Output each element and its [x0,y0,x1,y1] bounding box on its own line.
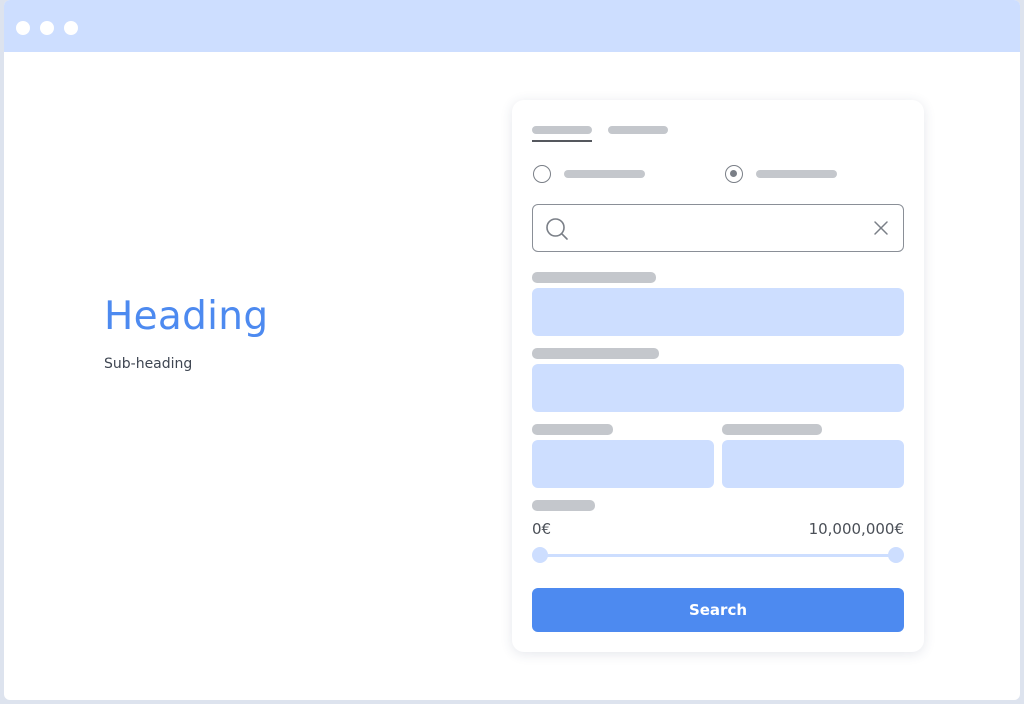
range-label [532,500,595,511]
radio-option-1-label [564,170,645,178]
radio-option-2-label [756,170,837,178]
field-4-label [722,424,822,435]
search-input[interactable] [532,204,904,252]
range-min-value: 0€ [532,520,552,538]
search-button[interactable]: Search [532,588,904,632]
browser-window: Heading Sub-heading 0€ 10,000,000€ Searc… [4,0,1020,700]
field-3-input[interactable] [532,440,714,488]
field-1-input[interactable] [532,288,904,336]
search-icon [546,218,568,240]
range-slider-min-handle[interactable] [532,547,548,563]
field-2-label [532,348,659,359]
field-2-input[interactable] [532,364,904,412]
field-4-input[interactable] [722,440,904,488]
window-dot-1[interactable] [16,21,30,35]
radio-option-1[interactable] [533,165,551,183]
tab-1[interactable] [532,126,592,134]
field-1-label [532,272,656,283]
radio-option-2[interactable] [725,165,743,183]
window-titlebar [4,0,1020,52]
radio-selected-dot [730,170,737,177]
window-dot-2[interactable] [40,21,54,35]
close-icon[interactable] [873,220,889,236]
hero-subheading: Sub-heading [104,356,193,372]
tab-2[interactable] [608,126,668,134]
window-dot-3[interactable] [64,21,78,35]
range-slider-max-handle[interactable] [888,547,904,563]
hero-heading: Heading [104,294,269,339]
field-3-label [532,424,613,435]
active-tab-indicator [532,140,592,142]
search-form-card: 0€ 10,000,000€ Search [512,100,924,652]
range-max-value: 10,000,000€ [808,520,904,538]
range-slider-track[interactable] [540,554,896,557]
